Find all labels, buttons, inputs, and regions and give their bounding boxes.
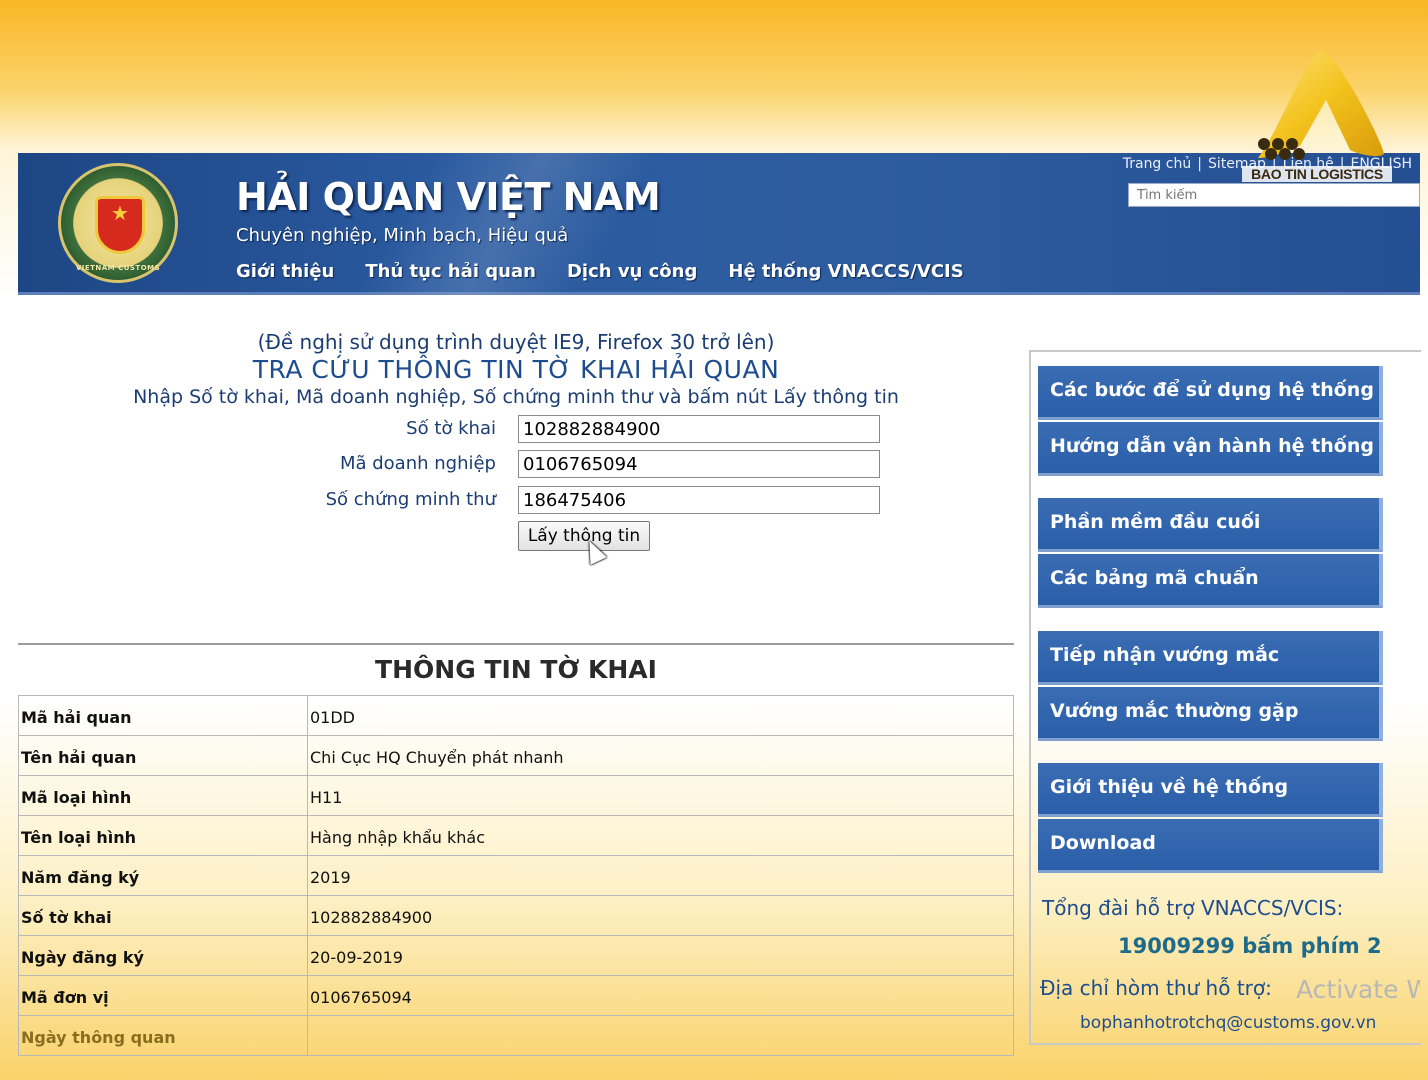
table-row: Mã đơn vị 0106765094 bbox=[18, 975, 1014, 1016]
table-row: Ngày thông quan bbox=[18, 1015, 1014, 1056]
section-divider bbox=[18, 643, 1014, 645]
row-value: H11 bbox=[307, 775, 1014, 816]
row-key: Số tờ khai bbox=[18, 895, 308, 936]
form-row-so-chung-minh-thu: Số chứng minh thư bbox=[18, 486, 1018, 516]
so-chung-minh-thu-input[interactable] bbox=[518, 486, 880, 514]
page-title: TRA CỨU THÔNG TIN TỜ KHAI HẢI QUAN bbox=[252, 355, 780, 384]
table-row: Số tờ khai 102882884900 bbox=[18, 895, 1014, 936]
form-row-ma-doanh-nghiep: Mã doanh nghiệp bbox=[18, 450, 1018, 480]
row-value: 102882884900 bbox=[307, 895, 1014, 936]
table-row: Tên hải quan Chi Cục HQ Chuyển phát nhan… bbox=[18, 735, 1014, 776]
logo-triangle-icon bbox=[1258, 52, 1384, 160]
row-key: Ngày đăng ký bbox=[18, 935, 308, 976]
main-nav: Giới thiệu Thủ tục hải quan Dịch vụ công… bbox=[236, 261, 964, 282]
row-key: Mã loại hình bbox=[18, 775, 308, 816]
row-value: 20-09-2019 bbox=[307, 935, 1014, 976]
emblem-ring-text: VIETNAM CUSTOMS bbox=[75, 264, 161, 272]
top-link-home[interactable]: Trang chủ bbox=[1123, 156, 1191, 172]
so-to-khai-label: Số tờ khai bbox=[406, 418, 496, 439]
support-hotline-label: Tổng đài hỗ trợ VNACCS/VCIS: bbox=[1042, 896, 1344, 920]
search-input[interactable] bbox=[1128, 183, 1420, 207]
row-key: Mã đơn vị bbox=[18, 975, 308, 1016]
row-value: 01DD bbox=[307, 695, 1014, 736]
browser-hint: (Đề nghị sử dụng trình duyệt IE9, Firefo… bbox=[257, 330, 775, 354]
form-row-so-to-khai: Số tờ khai bbox=[18, 415, 1018, 445]
row-key: Mã hải quan bbox=[18, 695, 308, 736]
ma-doanh-nghiep-label: Mã doanh nghiệp bbox=[339, 453, 496, 474]
table-row: Năm đăng ký 2019 bbox=[18, 855, 1014, 896]
so-chung-minh-thu-label: Số chứng minh thư bbox=[325, 489, 496, 510]
table-row: Mã loại hình H11 bbox=[18, 775, 1014, 816]
nav-item-thu-tuc-hai-quan[interactable]: Thủ tục hải quan bbox=[365, 261, 536, 282]
sidebar-item-tiep-nhan[interactable]: Tiếp nhận vướng mắc bbox=[1038, 631, 1383, 685]
support-mail-link[interactable]: bophanhotrotchq@customs.gov.vn bbox=[1080, 1013, 1376, 1033]
table-row: Mã hải quan 01DD bbox=[18, 695, 1014, 736]
form-instructions: Nhập Số tờ khai, Mã doanh nghiệp, Số chứ… bbox=[133, 386, 899, 408]
logo-text: BAO TIN LOGISTICS bbox=[1242, 166, 1392, 182]
customs-emblem-icon[interactable]: ★ VIETNAM CUSTOMS bbox=[58, 163, 178, 283]
ma-doanh-nghiep-input[interactable] bbox=[518, 450, 880, 478]
emblem-shield-icon: ★ bbox=[95, 196, 145, 254]
table-row: Ngày đăng ký 20-09-2019 bbox=[18, 935, 1014, 976]
sidebar-item-cac-buoc[interactable]: Các bước để sử dụng hệ thống bbox=[1038, 366, 1383, 420]
so-to-khai-input[interactable] bbox=[518, 415, 880, 443]
sidebar-item-download[interactable]: Download bbox=[1038, 819, 1383, 873]
row-key: Tên loại hình bbox=[18, 815, 308, 856]
site-title: HẢI QUAN VIỆT NAM bbox=[236, 175, 661, 219]
sidebar-item-vuong-mac[interactable]: Vướng mắc thường gặp bbox=[1038, 687, 1383, 741]
header-banner: ★ VIETNAM CUSTOMS HẢI QUAN VIỆT NAM Chuy… bbox=[18, 153, 1420, 295]
row-value: Chi Cục HQ Chuyển phát nhanh bbox=[307, 735, 1014, 776]
row-key: Tên hải quan bbox=[18, 735, 308, 776]
nav-item-dich-vu-cong[interactable]: Dịch vụ công bbox=[567, 261, 697, 282]
nav-item-he-thong-vnaccs[interactable]: Hệ thống VNACCS/VCIS bbox=[728, 261, 963, 282]
windows-activate-watermark: Activate W bbox=[1296, 975, 1420, 1004]
sidebar-item-huong-dan[interactable]: Hướng dẫn vận hành hệ thống bbox=[1038, 422, 1383, 476]
sidebar-item-phan-mem[interactable]: Phần mềm đầu cuối bbox=[1038, 498, 1383, 552]
row-value: Hàng nhập khẩu khác bbox=[307, 815, 1014, 856]
sidebar-item-gioi-thieu-he-thong[interactable]: Giới thiệu về hệ thống bbox=[1038, 763, 1383, 817]
row-key: Năm đăng ký bbox=[18, 855, 308, 896]
sidebar-item-bang-ma[interactable]: Các bảng mã chuẩn bbox=[1038, 554, 1383, 608]
declaration-info-table: Mã hải quan 01DD Tên hải quan Chi Cục HQ… bbox=[18, 695, 1014, 1056]
support-mail-label: Địa chỉ hòm thư hỗ trợ: bbox=[1040, 976, 1272, 1000]
site-subtitle: Chuyên nghiệp, Minh bạch, Hiệu quả bbox=[236, 225, 569, 246]
nav-item-gioi-thieu[interactable]: Giới thiệu bbox=[236, 261, 334, 282]
result-section-title: THÔNG TIN TỜ KHAI bbox=[375, 655, 657, 684]
bao-tin-logistics-logo: BAO TIN LOGISTICS bbox=[1242, 46, 1392, 186]
row-value bbox=[307, 1015, 1014, 1056]
row-key: Ngày thông quan bbox=[18, 1015, 308, 1056]
row-value: 2019 bbox=[307, 855, 1014, 896]
table-row: Tên loại hình Hàng nhập khẩu khác bbox=[18, 815, 1014, 856]
row-value: 0106765094 bbox=[307, 975, 1014, 1016]
support-hotline-number: 19009299 bấm phím 2 bbox=[1118, 934, 1382, 958]
emblem-star-icon: ★ bbox=[111, 201, 129, 225]
